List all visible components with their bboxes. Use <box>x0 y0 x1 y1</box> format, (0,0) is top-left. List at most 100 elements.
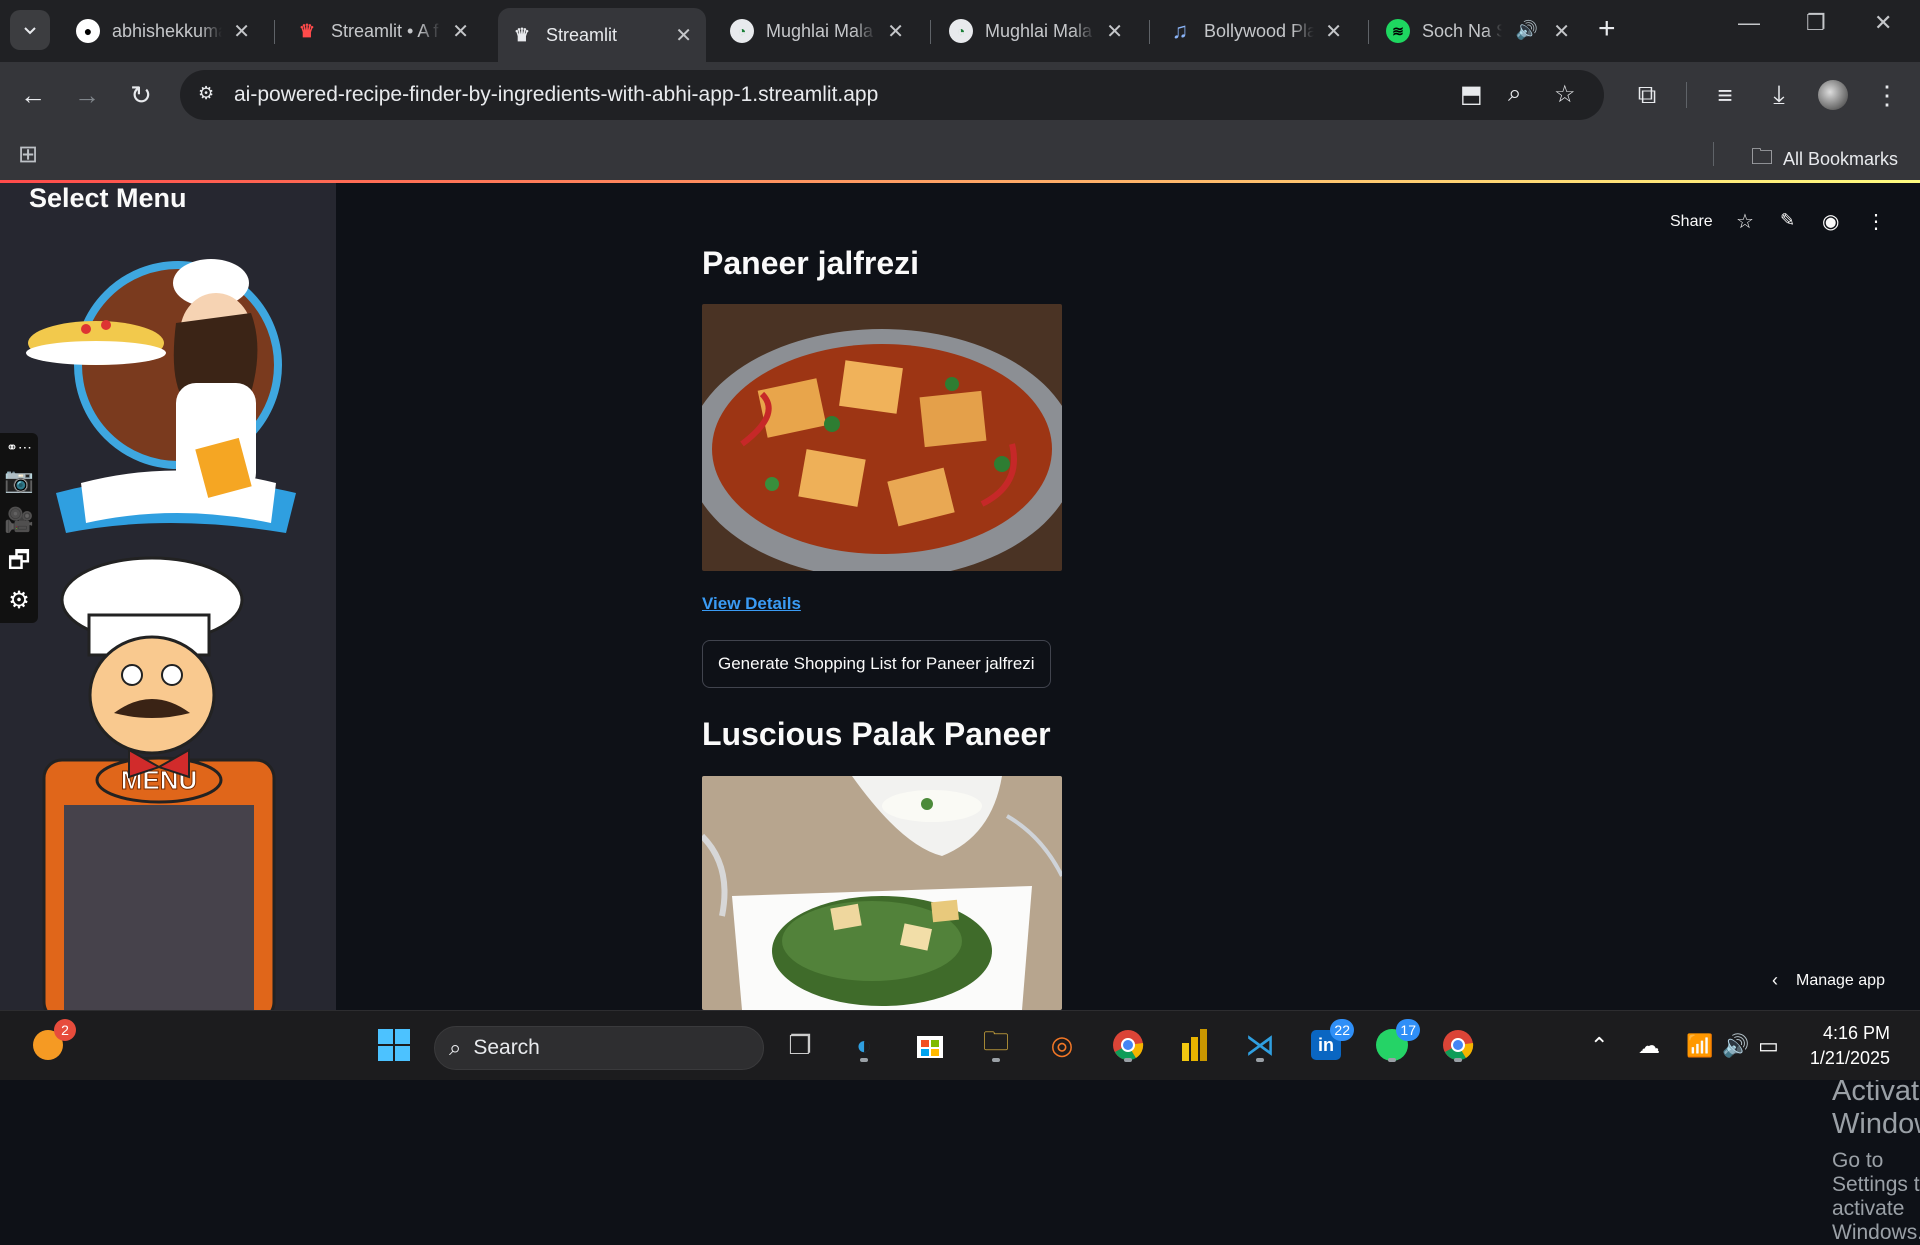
bookmark-star-icon[interactable]: ☆ <box>1554 80 1576 109</box>
clock-date: 1/21/2025 <box>1809 1048 1890 1068</box>
window-capture-icon[interactable]: 🗗 <box>0 541 38 581</box>
all-bookmarks-button[interactable]: 🗀 All Bookmarks <box>1712 140 1898 178</box>
link-more-icon[interactable]: ⚭⋯ <box>0 433 38 461</box>
tab-spotify[interactable]: ≋ Soch Na S 🔊 ✕ <box>1374 8 1584 54</box>
tab-title: abhishekkuma <box>112 20 222 41</box>
tab-search-button[interactable] <box>10 10 50 50</box>
tab-divider <box>1368 20 1369 44</box>
chrome-globe-icon: ◔ <box>730 19 754 43</box>
edge-icon[interactable]: ◐ <box>844 1025 884 1065</box>
tab-mughlai-1[interactable]: ◔ Mughlai Mala ✕ <box>718 8 918 54</box>
tab-title: Mughlai Mala <box>985 20 1093 41</box>
view-details-link[interactable]: View Details <box>702 594 801 614</box>
taskbar-search[interactable]: ⌕ Search <box>434 1026 764 1070</box>
window-close-icon[interactable]: ✕ <box>1874 10 1892 36</box>
manage-app-button[interactable]: ‹ Manage app <box>1772 970 1885 991</box>
reload-icon[interactable]: ↻ <box>124 78 158 112</box>
install-app-icon[interactable]: ⬒ <box>1460 80 1483 109</box>
all-bookmarks-label: All Bookmarks <box>1782 148 1898 169</box>
task-view-icon[interactable]: ❐ <box>780 1025 820 1065</box>
toolbar-divider <box>1686 82 1687 108</box>
close-icon[interactable]: ✕ <box>452 19 469 44</box>
microsoft-store-icon[interactable] <box>910 1025 950 1065</box>
streamlit-crown-icon: ♛ <box>513 24 531 45</box>
media-control-icon[interactable]: ≡ <box>1708 78 1742 112</box>
windows-start-icon[interactable] <box>374 1025 414 1065</box>
weather-badge: 2 <box>54 1019 76 1041</box>
tab-streamlit-active[interactable]: ♛ Streamlit ✕ <box>498 8 706 62</box>
tab-divider <box>274 20 275 44</box>
tab-title: Mughlai Mala <box>766 20 874 41</box>
chef-woman-illustration <box>26 259 296 533</box>
camera-icon[interactable]: 📷 <box>0 461 38 501</box>
url-text[interactable]: ai-powered-recipe-finder-by-ingredients-… <box>234 83 878 107</box>
forward-icon[interactable]: → <box>70 78 104 112</box>
extensions-icon[interactable]: ⧉ <box>1630 78 1664 112</box>
recipe-title: Paneer jalfrezi <box>702 245 919 281</box>
vscode-icon[interactable]: ⋊ <box>1240 1025 1280 1065</box>
whatsapp-badge: 17 <box>1396 1019 1420 1041</box>
chevron-left-icon: ‹ <box>1772 970 1778 990</box>
close-icon[interactable]: ✕ <box>675 23 692 48</box>
show-hidden-icons-chevron[interactable]: ⌃ <box>1590 1033 1608 1059</box>
sidebar: Select Menu ⚭⋯ 📷 🎥 🗗 ⚙ MENU <box>0 183 336 1010</box>
close-icon[interactable]: ✕ <box>233 19 250 44</box>
close-icon[interactable]: ✕ <box>1106 19 1123 44</box>
power-bi-icon[interactable] <box>1174 1025 1214 1065</box>
screen-recorder-toolbar: ⚭⋯ 📷 🎥 🗗 ⚙ <box>0 433 38 623</box>
chevron-down-icon <box>24 27 36 35</box>
volume-icon[interactable]: 🔊 <box>1722 1033 1749 1059</box>
streamlit-crown-red-icon: ♛ <box>298 20 316 41</box>
watermark-line2: Go to Settings to activate Windows. <box>1832 1149 1920 1244</box>
search-icon: ⌕ <box>449 1035 462 1060</box>
apps-grid-icon[interactable]: ⊞ <box>18 140 38 169</box>
tab-mughlai-2[interactable]: ◔ Mughlai Mala ✕ <box>937 8 1137 54</box>
wifi-icon[interactable]: 📶 <box>1686 1033 1713 1059</box>
generate-shopping-list-button[interactable]: Generate Shopping List for Paneer jalfre… <box>702 640 1051 688</box>
clock-time: 4:16 PM <box>1822 1023 1890 1043</box>
tab-streamlit-site[interactable]: ♛ Streamlit • A f ✕ <box>283 8 483 54</box>
address-bar[interactable]: ⚙ ai-powered-recipe-finder-by-ingredient… <box>180 70 1604 120</box>
main-content: Share ☆ ✎ ◉ ⋮ Paneer jalfrezi View Detai… <box>336 183 1920 1244</box>
star-icon[interactable]: ☆ <box>1736 209 1754 234</box>
chrome-icon[interactable] <box>1108 1025 1148 1065</box>
browser-chrome: ● abhishekkuma ✕ ♛ Streamlit • A f ✕ ♛ S… <box>0 0 1920 182</box>
whatsapp-icon[interactable]: 17 <box>1372 1019 1420 1065</box>
battery-icon[interactable]: ▭ <box>1758 1033 1779 1059</box>
site-info-icon[interactable]: ⚙ <box>198 83 220 105</box>
app-menu-icon[interactable]: ⋮ <box>1866 209 1886 234</box>
zoom-icon[interactable]: ⌕ <box>1508 80 1521 108</box>
share-button[interactable]: Share <box>1670 213 1713 231</box>
close-icon[interactable]: ✕ <box>1325 19 1342 44</box>
github-icon[interactable]: ◉ <box>1822 209 1839 234</box>
file-explorer-icon[interactable]: 🗀 <box>976 1025 1016 1065</box>
minimize-icon[interactable]: — <box>1738 10 1760 36</box>
close-icon[interactable]: ✕ <box>887 19 904 44</box>
settings-gear-icon[interactable]: ⚙ <box>0 581 38 621</box>
browser-menu-icon[interactable]: ⋮ <box>1870 78 1904 112</box>
new-tab-button[interactable]: + <box>1598 12 1616 46</box>
folder-icon: 🗀 <box>1750 144 1773 169</box>
close-icon[interactable]: ✕ <box>1553 19 1570 44</box>
tab-bollywood[interactable]: ♫ Bollywood Pla ✕ <box>1156 8 1356 54</box>
speaker-icon[interactable]: 🔊 <box>1516 20 1538 41</box>
chef-man-menu-illustration: MENU <box>42 556 276 1010</box>
weather-widget-icon[interactable]: 2 <box>28 1019 76 1065</box>
tab-title: Bollywood Pla <box>1204 20 1314 41</box>
restore-icon[interactable]: ❐ <box>1806 10 1826 36</box>
linkedin-icon[interactable]: in 22 <box>1306 1019 1354 1065</box>
profile-avatar[interactable] <box>1816 78 1850 112</box>
video-camera-icon[interactable]: 🎥 <box>0 501 38 541</box>
jupyter-icon[interactable]: ◎ <box>1042 1025 1082 1065</box>
chrome-profile-icon[interactable] <box>1438 1025 1478 1065</box>
onedrive-icon[interactable]: ☁ <box>1638 1033 1660 1059</box>
tab-github[interactable]: ● abhishekkuma ✕ <box>64 8 264 54</box>
recipe-image <box>702 304 1062 571</box>
system-clock[interactable]: 4:16 PM 1/21/2025 <box>1810 1021 1890 1071</box>
downloads-icon[interactable]: ⤓ <box>1762 78 1796 112</box>
back-icon[interactable]: ← <box>16 78 50 112</box>
windows-taskbar: 2 ⌕ Search ❐ ◐ 🗀 ◎ ⋊ in 22 17 ⌃ ☁ 📶 🔊 ▭ … <box>0 1010 1920 1080</box>
edit-pencil-icon[interactable]: ✎ <box>1780 210 1795 231</box>
recipe-image <box>702 776 1062 1010</box>
spotify-icon: ≋ <box>1386 19 1410 43</box>
